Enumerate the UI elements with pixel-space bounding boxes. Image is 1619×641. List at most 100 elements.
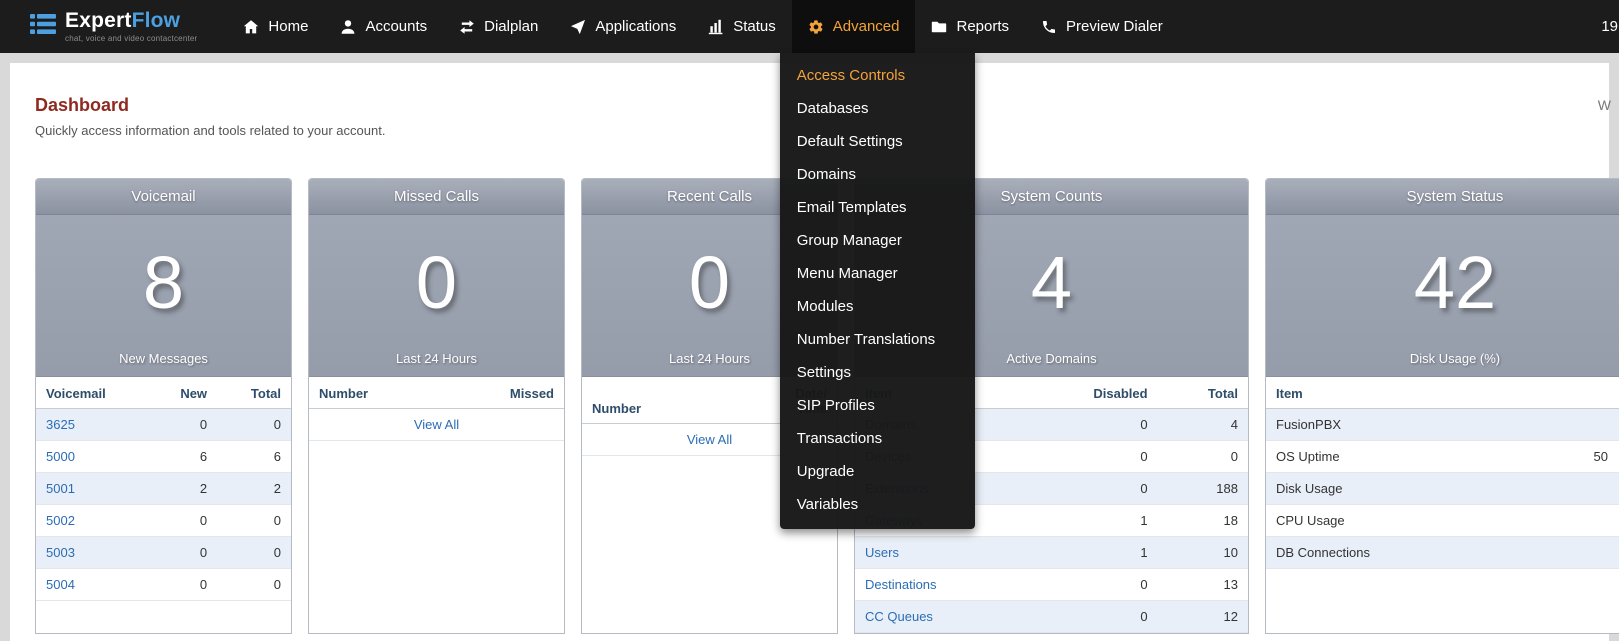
view-all-link[interactable]: View All: [687, 432, 732, 447]
nav-label: Advanced: [833, 18, 900, 35]
system-status-row: OS Uptime 50: [1266, 441, 1619, 473]
advanced-menu-item[interactable]: Access Controls: [780, 59, 975, 92]
stat-label: Last 24 Hours: [396, 351, 477, 376]
home-icon: [243, 19, 259, 35]
status-value: [1500, 473, 1619, 505]
system-status-row: DB Connections: [1266, 537, 1619, 569]
navbar-right-text[interactable]: 19: [1601, 0, 1619, 53]
total-count: 2: [217, 473, 291, 505]
nav-item-advanced[interactable]: Advanced Access Controls Databases Defau…: [792, 0, 916, 53]
status-value: [1500, 537, 1619, 569]
nav-label: Accounts: [365, 18, 427, 35]
total-count: 10: [1158, 537, 1248, 569]
extension-link[interactable]: 5004: [46, 577, 75, 592]
advanced-menu-item[interactable]: Menu Manager: [780, 257, 975, 290]
status-value: [1500, 505, 1619, 537]
extension-link[interactable]: 5000: [46, 449, 75, 464]
total-count: 0: [217, 569, 291, 601]
advanced-menu-item[interactable]: Transactions: [780, 422, 975, 455]
system-status-card-title: System Status: [1266, 179, 1619, 215]
voicemail-row: 5002 0 0: [36, 505, 291, 537]
voicemail-stat: 8 New Messages: [36, 215, 291, 377]
nav-item-home[interactable]: Home: [227, 0, 324, 53]
gear-icon: [808, 19, 824, 35]
stat-number: 4: [1031, 215, 1072, 351]
count-item-link[interactable]: Destinations: [865, 577, 937, 592]
advanced-menu-item[interactable]: Email Templates: [780, 191, 975, 224]
count-item-link[interactable]: Users: [865, 545, 899, 560]
col-header: Total: [217, 377, 291, 409]
system-status-row: Disk Usage: [1266, 473, 1619, 505]
system-status-card: System Status 42 Disk Usage (%) Item Fus…: [1265, 178, 1619, 634]
advanced-menu-item[interactable]: Default Settings: [780, 125, 975, 158]
nav-item-preview-dialer[interactable]: Preview Dialer: [1025, 0, 1179, 53]
nav-label: Reports: [956, 18, 1009, 35]
new-count: 0: [143, 409, 217, 441]
nav-item-dialplan[interactable]: Dialplan: [443, 0, 554, 53]
advanced-menu-item[interactable]: Group Manager: [780, 224, 975, 257]
advanced-menu-item[interactable]: Domains: [780, 158, 975, 191]
total-count: 4: [1158, 409, 1248, 441]
nav-item-reports[interactable]: Reports: [915, 0, 1025, 53]
stat-number: 42: [1414, 215, 1496, 351]
nav-item-status[interactable]: Status: [692, 0, 792, 53]
extension-link[interactable]: 3625: [46, 417, 75, 432]
voicemail-row: 3625 0 0: [36, 409, 291, 441]
col-header: Missed: [462, 377, 564, 409]
new-count: 0: [143, 505, 217, 537]
stat-number: 8: [143, 215, 184, 351]
nav-label: Preview Dialer: [1066, 18, 1163, 35]
disabled-count: 0: [1044, 473, 1158, 505]
brand-logo[interactable]: ExpertFlow chat, voice and video contact…: [0, 0, 215, 53]
brand-tagline: chat, voice and video contactcenter: [65, 34, 197, 43]
status-item: CPU Usage: [1266, 505, 1500, 537]
advanced-menu-item[interactable]: SIP Profiles: [780, 389, 975, 422]
nav-item-applications[interactable]: Applications: [554, 0, 692, 53]
status-item: DB Connections: [1266, 537, 1500, 569]
system-count-row: Destinations 0 13: [855, 569, 1248, 601]
user-icon: [340, 19, 356, 35]
advanced-menu-item[interactable]: Number Translations: [780, 323, 975, 356]
extension-link[interactable]: 5001: [46, 481, 75, 496]
extension-link[interactable]: 5003: [46, 545, 75, 560]
advanced-menu-item[interactable]: Modules: [780, 290, 975, 323]
total-count: 188: [1158, 473, 1248, 505]
new-count: 0: [143, 537, 217, 569]
extension-link[interactable]: 5002: [46, 513, 75, 528]
welcome-text: W: [1598, 97, 1611, 113]
disabled-count: 1: [1044, 537, 1158, 569]
system-count-row: CC Queues 0 12: [855, 601, 1248, 633]
nav-item-accounts[interactable]: Accounts: [324, 0, 443, 53]
missed-calls-stat: 0 Last 24 Hours: [309, 215, 564, 377]
view-all-row: View All: [309, 409, 564, 441]
brand-mark-icon: [30, 13, 56, 40]
total-count: 0: [217, 537, 291, 569]
nav-label: Home: [268, 18, 308, 35]
stat-label: Last 24 Hours: [669, 351, 750, 376]
status-item: Disk Usage: [1266, 473, 1500, 505]
bar-chart-icon: [708, 19, 724, 35]
transfer-arrows-icon: [459, 19, 475, 35]
count-item-link[interactable]: CC Queues: [865, 609, 933, 624]
missed-calls-card-title: Missed Calls: [309, 179, 564, 215]
total-count: 6: [217, 441, 291, 473]
nav-label: Status: [733, 18, 776, 35]
total-count: 18: [1158, 505, 1248, 537]
advanced-menu-item[interactable]: Upgrade: [780, 455, 975, 488]
advanced-menu-item[interactable]: Databases: [780, 92, 975, 125]
status-value: [1500, 409, 1619, 441]
new-count: 2: [143, 473, 217, 505]
advanced-menu-item[interactable]: Variables: [780, 488, 975, 521]
total-count: 0: [1158, 441, 1248, 473]
new-count: 0: [143, 569, 217, 601]
total-count: 0: [217, 409, 291, 441]
folder-icon: [931, 19, 947, 35]
phone-icon: [1041, 19, 1057, 35]
new-count: 6: [143, 441, 217, 473]
disabled-count: 0: [1044, 569, 1158, 601]
col-header: Item: [1266, 377, 1500, 409]
advanced-menu-item[interactable]: Settings: [780, 356, 975, 389]
voicemail-row: 5003 0 0: [36, 537, 291, 569]
view-all-link[interactable]: View All: [414, 417, 459, 432]
voicemail-card: Voicemail 8 New Messages Voicemail New T…: [35, 178, 292, 634]
